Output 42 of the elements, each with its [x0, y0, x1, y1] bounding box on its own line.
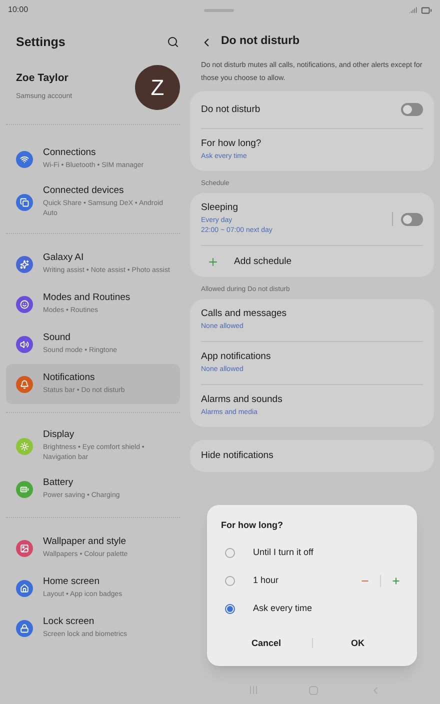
- avatar[interactable]: Z: [135, 64, 180, 110]
- recents-icon[interactable]: [250, 686, 256, 694]
- toggle-switch[interactable]: [401, 103, 423, 116]
- plus-icon[interactable]: [391, 576, 401, 586]
- add-schedule-button[interactable]: Add schedule: [234, 254, 292, 269]
- option-label[interactable]: Ask every time: [253, 602, 312, 616]
- signal-icon: [409, 6, 417, 14]
- account-name[interactable]: Zoe Taylor: [16, 71, 72, 88]
- plus-icon: [207, 256, 219, 268]
- item-label: Wallpaper and style: [43, 536, 128, 548]
- settings-title: Settings: [16, 34, 66, 51]
- item-label: Battery: [43, 477, 74, 489]
- battery-status-icon: [421, 4, 432, 16]
- item-label: Display: [43, 429, 76, 441]
- toggle-switch[interactable]: [401, 212, 423, 226]
- radio-button[interactable]: [225, 576, 235, 586]
- page-title: Do not disturb: [221, 34, 300, 50]
- item-label: Home screen: [43, 576, 100, 588]
- row-label[interactable]: Calls and messages: [201, 308, 423, 320]
- option-label[interactable]: Until I turn it off: [253, 546, 314, 560]
- item-label: Connected devices: [43, 185, 125, 197]
- item-label: Lock screen: [43, 616, 96, 628]
- row-label[interactable]: Alarms and sounds: [201, 394, 423, 406]
- item-label: Connections: [43, 147, 97, 159]
- row-label[interactable]: App notifications: [201, 351, 423, 364]
- row-label[interactable]: Hide notifications: [201, 450, 423, 462]
- row-label[interactable]: Sleeping: [201, 202, 272, 214]
- dialog-button[interactable]: OK: [312, 632, 403, 654]
- status-time: 10:00: [8, 4, 28, 16]
- dialog-title: For how long?: [221, 519, 284, 532]
- row-label[interactable]: For how long?: [201, 138, 423, 150]
- search-icon[interactable]: [167, 36, 179, 48]
- option-label[interactable]: 1 hour: [253, 574, 279, 588]
- dialog-button[interactable]: Cancel: [221, 632, 312, 654]
- item-label: Notifications: [43, 372, 96, 384]
- radio-button[interactable]: [225, 548, 235, 558]
- home-button-icon[interactable]: [308, 686, 318, 694]
- radio-button[interactable]: [225, 604, 235, 614]
- row-label[interactable]: Do not disturb: [201, 104, 260, 116]
- item-label: Modes and Routines: [43, 292, 130, 304]
- item-label: Sound: [43, 332, 72, 344]
- item-label: Galaxy AI: [43, 252, 85, 264]
